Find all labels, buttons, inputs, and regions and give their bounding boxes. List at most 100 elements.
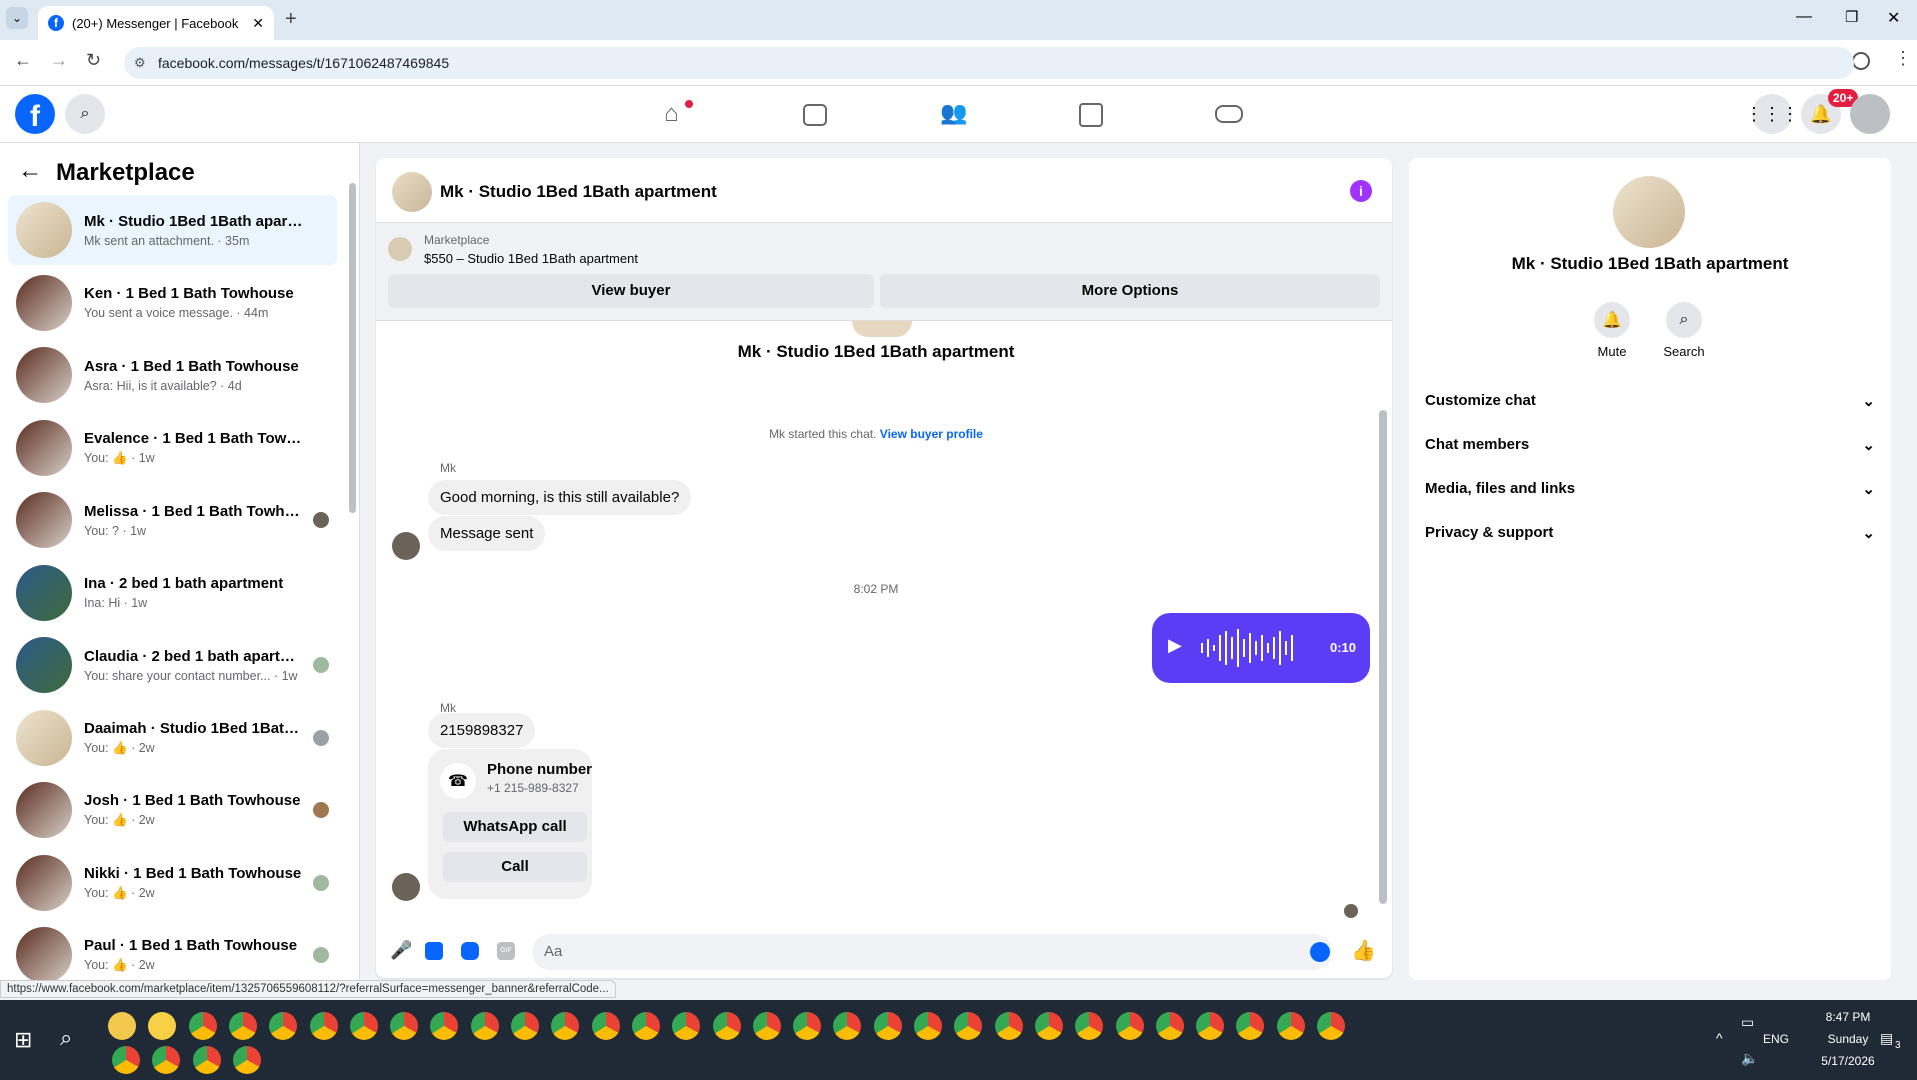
chrome-app-icon[interactable] [672, 1012, 701, 1040]
url-field[interactable]: ⚙ facebook.com/messages/t/16710624874698… [124, 47, 1854, 79]
microphone-icon[interactable]: 🎤 [390, 940, 412, 961]
chrome-app-icon[interactable] [349, 1012, 378, 1040]
video-icon[interactable] [803, 104, 827, 126]
volume-icon[interactable]: 🔈 [1741, 1050, 1758, 1067]
site-info-icon[interactable]: ⚙ [134, 47, 146, 79]
chrome-app-icon[interactable] [309, 1012, 338, 1040]
sender-avatar[interactable] [392, 873, 420, 901]
menu-dots-icon[interactable]: ⋮ [1894, 48, 1912, 69]
chrome-app-icon[interactable] [752, 1012, 781, 1040]
chrome-app-icon[interactable] [591, 1012, 620, 1040]
chrome-app-icon[interactable] [511, 1012, 539, 1040]
conversation-item[interactable]: Claudia · 2 bed 1 bath apartm... You: sha… [8, 630, 337, 700]
minimize-button[interactable]: — [1796, 8, 1812, 26]
sticker-icon[interactable] [461, 942, 479, 960]
conversation-item[interactable]: Daaimah · Studio 1Bed 1Bath ... You: 👍 · … [8, 703, 337, 773]
chrome-app-icon[interactable] [1075, 1012, 1104, 1040]
contact-avatar[interactable] [1613, 176, 1685, 248]
marketplace-icon[interactable] [1079, 103, 1103, 127]
forward-arrow-icon[interactable]: → [50, 50, 68, 71]
browser-tab[interactable]: f (20+) Messenger | Facebook ✕ [38, 6, 274, 40]
chat-header-avatar[interactable] [392, 172, 432, 212]
chrome-app-icon[interactable] [833, 1012, 862, 1040]
section-media-files-links[interactable]: Media, files and links ⌄ [1425, 480, 1875, 498]
chrome-app-icon[interactable] [793, 1012, 822, 1040]
conversation-item[interactable]: Josh · 1 Bed 1 Bath Towhouse You: 👍 · 2w [8, 775, 337, 845]
info-icon[interactable]: i [1350, 180, 1372, 202]
conversation-item[interactable]: Asra · 1 Bed 1 Bath Towhouse Asra: Hii, i… [8, 340, 337, 410]
message-bubble[interactable]: Good morning, is this still available? [428, 480, 692, 515]
voice-message[interactable]: ▶ 0:10 [1152, 613, 1370, 683]
chrome-app-icon[interactable] [1155, 1012, 1184, 1040]
chrome-app-icon[interactable] [232, 1046, 261, 1074]
chrome-app-icon[interactable] [631, 1012, 660, 1040]
play-icon[interactable]: ▶ [1168, 635, 1182, 656]
section-chat-members[interactable]: Chat members ⌄ [1425, 436, 1875, 454]
restore-button[interactable]: ❐ [1845, 8, 1858, 26]
close-window-button[interactable]: ✕ [1887, 8, 1900, 28]
search-icon[interactable]: ⌕ [65, 94, 105, 134]
profile-icon[interactable] [1852, 52, 1870, 70]
section-privacy-support[interactable]: Privacy & support ⌄ [1425, 524, 1875, 542]
chrome-app-icon[interactable] [470, 1012, 499, 1040]
chrome-app-icon[interactable] [1115, 1012, 1144, 1040]
sender-avatar[interactable] [392, 532, 420, 560]
mute-bell-icon[interactable]: 🔔 [1594, 302, 1630, 338]
facebook-logo-icon[interactable]: f [15, 94, 55, 134]
chrome-app-icon[interactable] [269, 1012, 298, 1040]
chrome-app-icon[interactable] [112, 1046, 140, 1074]
chrome-app-icon[interactable] [390, 1012, 419, 1040]
file-explorer-icon[interactable] [108, 1012, 136, 1040]
back-arrow-icon[interactable]: ← [14, 50, 32, 71]
gif-icon[interactable]: GIF [497, 942, 515, 960]
chat-header-title[interactable]: Mk · Studio 1Bed 1Bath apartment [440, 182, 717, 202]
new-tab-button[interactable]: + [285, 8, 297, 31]
chrome-app-icon[interactable] [1196, 1012, 1225, 1040]
chat-scrollbar[interactable] [1379, 410, 1387, 904]
windows-start-icon[interactable]: ⊞ [14, 1027, 32, 1053]
section-customize-chat[interactable]: Customize chat ⌄ [1425, 392, 1875, 410]
chrome-app-icon[interactable] [228, 1012, 257, 1040]
whatsapp-call-button[interactable]: WhatsApp call [443, 812, 587, 842]
photo-icon[interactable] [425, 942, 443, 960]
chrome-app-icon[interactable] [188, 1012, 217, 1040]
network-icon[interactable]: ▭ [1741, 1014, 1754, 1031]
call-button[interactable]: Call [443, 852, 587, 882]
chrome-app-icon[interactable] [1317, 1012, 1345, 1040]
chrome-app-icon[interactable] [914, 1012, 942, 1040]
chrome-app-icon[interactable] [192, 1046, 221, 1074]
emoji-icon[interactable] [1310, 942, 1330, 962]
account-avatar[interactable] [1850, 94, 1890, 134]
taskbar-search-icon[interactable]: ⌕ [60, 1025, 72, 1051]
friends-icon[interactable]: 👥 [940, 100, 967, 126]
chrome-app-icon[interactable] [1236, 1012, 1265, 1040]
clock-time[interactable]: 8:47 PM [1808, 1010, 1888, 1024]
view-buyer-button[interactable]: View buyer [388, 274, 874, 308]
conversation-item[interactable]: Mk · Studio 1Bed 1Bath apartment Mk sent … [8, 195, 337, 265]
chrome-app-icon[interactable] [152, 1046, 181, 1074]
notification-center-icon[interactable]: ▤ [1880, 1030, 1893, 1047]
chrome-app-icon[interactable] [1034, 1012, 1063, 1040]
chrome-app-icon[interactable] [551, 1012, 580, 1040]
conversation-item[interactable]: Ken · 1 Bed 1 Bath Towhouse You sent a vo… [8, 268, 337, 338]
gaming-icon[interactable] [1215, 105, 1243, 123]
show-hidden-icons[interactable]: ^ [1716, 1030, 1723, 1046]
chrome-app-icon[interactable] [712, 1012, 741, 1040]
chrome-app-icon[interactable] [1276, 1012, 1305, 1040]
message-input[interactable]: Aa [532, 934, 1332, 970]
conversation-item[interactable]: Nikki · 1 Bed 1 Bath Towhouse You: 👍 · 2w [8, 848, 337, 918]
chrome-app-icon[interactable] [430, 1012, 459, 1040]
view-buyer-profile-link[interactable]: View buyer profile [880, 427, 983, 441]
close-tab-icon[interactable]: ✕ [252, 15, 264, 32]
thumbs-up-icon[interactable]: 👍 [1351, 938, 1376, 963]
sticky-notes-icon[interactable] [148, 1012, 177, 1040]
banner-item[interactable]: $550 – Studio 1Bed 1Bath apartment [424, 251, 638, 266]
back-arrow-icon[interactable]: ← [18, 157, 42, 185]
tab-search-dropdown[interactable]: ⌄ [6, 7, 28, 29]
language-indicator[interactable]: ENG [1763, 1032, 1789, 1046]
home-icon[interactable]: ⌂ [664, 100, 679, 128]
conversation-item[interactable]: Melissa · 1 Bed 1 Bath Towhouse You: ? · … [8, 485, 337, 555]
conversation-item[interactable]: Ina · 2 bed 1 bath apartment Ina: Hi · 1w [8, 558, 337, 628]
reload-icon[interactable]: ↻ [86, 50, 101, 71]
chrome-app-icon[interactable] [994, 1012, 1023, 1040]
